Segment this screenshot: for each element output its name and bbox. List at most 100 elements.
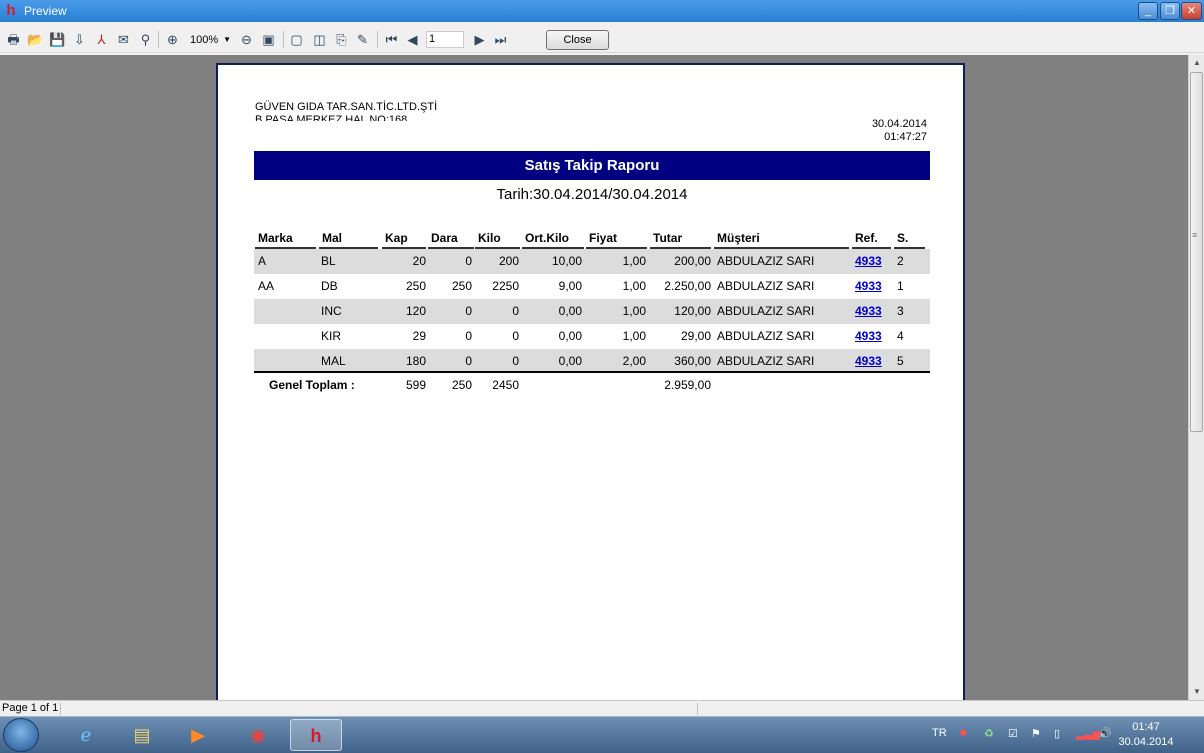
single-page-icon[interactable]: ▢: [288, 31, 305, 48]
language-indicator[interactable]: TR: [932, 727, 947, 739]
restore-button[interactable]: ❐: [1160, 2, 1180, 20]
taskbar: ℯ ▤ ▶ ◉ h TR ■ ♻ ☑ ⚑ ▯ ▂▃▅ 🔊 01:47 30.04…: [0, 716, 1204, 753]
cell-ort-kilo: 9,00: [558, 279, 582, 293]
chevron-down-icon: ▼: [223, 35, 231, 44]
print-date: 30.04.2014: [871, 118, 927, 130]
ref-link[interactable]: 4933: [855, 324, 882, 349]
report-date-range: Tarih:30.04.2014/30.04.2014: [496, 186, 688, 203]
totals-divider: [254, 371, 930, 373]
cell-dara: 250: [451, 279, 472, 293]
next-page-icon[interactable]: ▶: [471, 31, 488, 48]
cell-kilo: 2250: [492, 279, 519, 293]
table-row: KIR 29 0 0 0,00 1,00 29,00 ABDULAZIZ SAR…: [254, 324, 930, 349]
edit-page-icon[interactable]: ✎: [354, 31, 371, 48]
export-icon[interactable]: ⇩: [71, 31, 88, 48]
cell-musteri: ABDULAZIZ SARI: [717, 279, 815, 293]
title-bar[interactable]: h Preview _ ❐ ✕: [0, 0, 1204, 22]
print-time: 01:47:27: [884, 131, 927, 143]
table-row: AA DB 250 250 2250 9,00 1,00 2.250,00 AB…: [254, 274, 930, 299]
table-row: INC 120 0 0 0,00 1,00 120,00 ABDULAZIZ S…: [254, 299, 930, 324]
scrollbar-thumb[interactable]: [1190, 72, 1203, 432]
grip-icon: ≡: [1192, 230, 1198, 240]
cell-musteri: ABDULAZIZ SARI: [717, 254, 815, 268]
report-page: GÜVEN GIDA TAR.SAN.TİC.LTD.ŞTİ B.PAŞA ME…: [216, 63, 965, 700]
cell-tutar: 2.250,00: [664, 279, 711, 293]
company-address: B.PAŞA MERKEZ HAL NO:168: [255, 114, 408, 121]
action-center-flag-icon[interactable]: ⚑: [1031, 727, 1041, 740]
save-icon[interactable]: 💾: [49, 31, 66, 48]
tray-check-icon[interactable]: ☑: [1008, 727, 1018, 740]
column-header-mal: Mal: [319, 230, 378, 249]
two-pages-icon[interactable]: ◫: [311, 31, 328, 48]
total-kap: 599: [405, 378, 426, 392]
company-header: GÜVEN GIDA TAR.SAN.TİC.LTD.ŞTİ B.PAŞA ME…: [255, 101, 437, 121]
internet-explorer-icon[interactable]: ℯ: [62, 719, 110, 751]
zoom-in-icon[interactable]: ⊕: [164, 31, 181, 48]
battery-icon[interactable]: ▯: [1054, 727, 1060, 740]
column-header-kap: Kap: [382, 230, 426, 249]
cell-mal: INC: [321, 304, 342, 318]
page-number-input[interactable]: 1: [426, 31, 464, 48]
sync-icon[interactable]: ♻: [984, 727, 994, 740]
open-icon[interactable]: 📂: [27, 31, 44, 48]
column-header-tutar: Tutar: [650, 230, 711, 249]
ref-link[interactable]: 4933: [855, 299, 882, 324]
cell-fiyat: 1,00: [622, 329, 646, 343]
zoom-value: 100%: [190, 34, 219, 46]
cell-kilo: 0: [512, 329, 519, 343]
column-header-kilo: Kilo: [475, 230, 520, 249]
page-info: Page 1 of 1: [2, 702, 59, 714]
preview-viewport[interactable]: GÜVEN GIDA TAR.SAN.TİC.LTD.ŞTİ B.PAŞA ME…: [0, 55, 1188, 700]
cell-dara: 0: [465, 329, 472, 343]
toolbar-separator: [158, 31, 159, 48]
window-title: Preview: [24, 4, 67, 18]
zoom-select[interactable]: 100% ▼: [188, 31, 233, 49]
tray-app-icon[interactable]: ■: [960, 727, 967, 739]
app-logo-icon: h: [6, 2, 16, 19]
print-datetime: 30.04.2014 01:47:27: [872, 118, 927, 144]
minimize-button[interactable]: _: [1138, 2, 1158, 20]
find-icon[interactable]: ⚲: [137, 31, 154, 48]
cell-tutar: 200,00: [674, 254, 711, 268]
explorer-folder-icon[interactable]: ▤: [118, 719, 166, 751]
scroll-down-icon[interactable]: ▼: [1189, 684, 1204, 700]
cell-kap: 250: [405, 279, 426, 293]
media-player-icon[interactable]: ▶: [174, 719, 222, 751]
table-row: A BL 20 0 200 10,00 1,00 200,00 ABDULAZI…: [254, 249, 930, 274]
pdf-icon[interactable]: ⅄: [93, 31, 110, 48]
cell-s: 3: [897, 304, 904, 318]
taskbar-clock[interactable]: 01:47 30.04.2014: [1116, 720, 1176, 750]
cell-mal: KIR: [321, 329, 342, 343]
preview-app-taskbar-icon[interactable]: h: [290, 719, 342, 751]
cell-kilo: 200: [498, 254, 519, 268]
print-icon[interactable]: 🖶: [5, 31, 22, 48]
previous-page-icon[interactable]: ◀: [404, 31, 421, 48]
scroll-up-icon[interactable]: ▲: [1189, 55, 1204, 71]
close-button[interactable]: Close: [546, 30, 609, 50]
cell-kap: 120: [405, 304, 426, 318]
volume-icon[interactable]: 🔊: [1098, 727, 1112, 740]
cell-s: 1: [897, 279, 904, 293]
first-page-icon[interactable]: ⏮: [383, 31, 400, 48]
full-screen-icon[interactable]: ▣: [260, 31, 277, 48]
page-setup-icon[interactable]: ⎘: [333, 31, 350, 48]
cell-mal: BL: [321, 254, 336, 268]
start-button[interactable]: [3, 718, 39, 752]
vertical-scrollbar[interactable]: ▲ ≡ ▼: [1188, 55, 1204, 700]
cell-musteri: ABDULAZIZ SARI: [717, 329, 815, 343]
totals-label: Genel Toplam :: [269, 378, 355, 392]
send-icon[interactable]: ✉: [115, 31, 132, 48]
ref-link[interactable]: 4933: [855, 249, 882, 274]
ref-link[interactable]: 4933: [855, 274, 882, 299]
chrome-icon[interactable]: ◉: [234, 719, 282, 751]
last-page-icon[interactable]: ⏭: [492, 31, 509, 48]
cell-tutar: 29,00: [680, 329, 711, 343]
zoom-out-icon[interactable]: ⊖: [238, 31, 255, 48]
close-window-button[interactable]: ✕: [1181, 2, 1202, 20]
table-row: MAL 180 0 0 0,00 2,00 360,00 ABDULAZIZ S…: [254, 349, 930, 371]
column-header-musteri: Müşteri: [714, 230, 849, 249]
cell-kap: 20: [412, 254, 426, 268]
cell-musteri: ABDULAZIZ SARI: [717, 304, 815, 318]
column-header-ref: Ref.: [852, 230, 891, 249]
column-header-ort-kilo: Ort.Kilo: [522, 230, 584, 249]
